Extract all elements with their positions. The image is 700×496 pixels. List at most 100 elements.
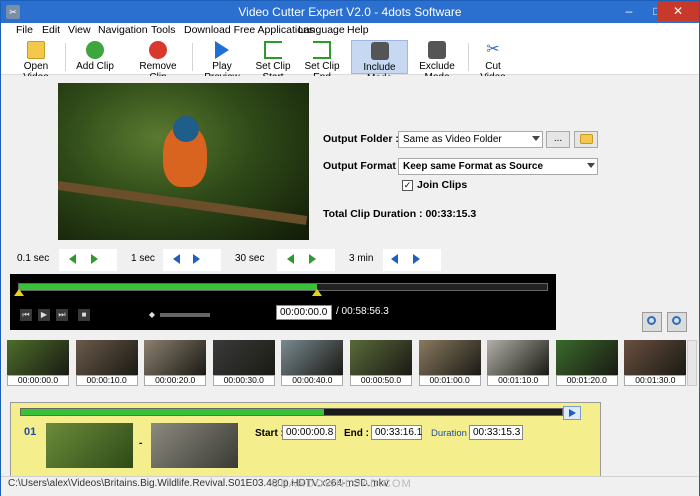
- clip-play-button[interactable]: [563, 406, 581, 420]
- thumbnail-image: [281, 340, 344, 375]
- current-time-field[interactable]: 00:00:00.0: [276, 305, 332, 320]
- chevron-down-icon: [532, 136, 540, 141]
- open-video-button[interactable]: Open Video: [11, 40, 61, 83]
- step-forward-icon[interactable]: [193, 254, 200, 264]
- step-label-3-min: 3 min: [349, 253, 374, 264]
- thumbnail-image: [212, 340, 275, 375]
- step-label-30-sec: 30 sec: [235, 253, 265, 264]
- thumbnail-item[interactable]: 00:00:50.0: [350, 340, 412, 386]
- thumbnail-image: [350, 340, 412, 375]
- close-button[interactable]: ✕: [657, 1, 699, 21]
- app-window: ✂ Video Cutter Expert V2.0 - 4dots Softw…: [0, 0, 700, 496]
- menu-file[interactable]: File: [16, 24, 33, 36]
- menu-language[interactable]: Language: [298, 24, 345, 36]
- step-forward-icon[interactable]: [309, 254, 316, 264]
- play-icon: [215, 41, 229, 59]
- thumbnail-time: 00:01:00.0: [418, 375, 481, 386]
- add-clip-label: Add Clip: [76, 61, 114, 72]
- step-forward-icon[interactable]: [91, 254, 98, 264]
- zoom-in-icon: [672, 316, 681, 325]
- thumbnail-time: 00:00:10.0: [75, 375, 138, 386]
- stop-icon[interactable]: ■: [78, 309, 90, 321]
- output-format-value: Keep same Format as Source: [403, 161, 544, 172]
- thumbnail-item[interactable]: 00:00:40.0: [281, 340, 344, 386]
- go-to-end-icon[interactable]: ⏭: [56, 309, 68, 321]
- chevron-down-icon: [587, 163, 595, 168]
- clip-start-field[interactable]: 00:00:00.8: [282, 425, 336, 440]
- clip-list: 01 - Start : 00:00:00.8 End : 00:33:16.1…: [10, 402, 601, 482]
- open-folder-button[interactable]: [574, 131, 598, 148]
- play-icon[interactable]: ▶: [38, 309, 50, 321]
- exclude-mode-button[interactable]: Exclude Mode: [410, 40, 464, 83]
- clip-duration-field[interactable]: 00:33:15.3: [469, 425, 523, 440]
- menu-download-free-applications[interactable]: Download Free Applications: [184, 24, 314, 36]
- video-bird-head: [173, 116, 199, 142]
- clip-end-marker[interactable]: [312, 289, 323, 296]
- zoom-out-icon: [647, 316, 656, 325]
- menu-edit[interactable]: Edit: [42, 24, 60, 36]
- clip-start-thumbnail[interactable]: [46, 423, 133, 468]
- step-back-icon[interactable]: [287, 254, 294, 264]
- total-clip-duration: Total Clip Duration : 00:33:15.3: [323, 208, 477, 220]
- set-clip-end-button[interactable]: Set Clip End: [299, 40, 345, 83]
- thumbnail-time: 00:00:30.0: [212, 375, 275, 386]
- thumbnail-image: [555, 340, 618, 375]
- thumbnail-item[interactable]: 00:01:10.0: [487, 340, 550, 386]
- set-clip-start-button[interactable]: Set Clip Start: [248, 40, 298, 83]
- output-folder-select[interactable]: Same as Video Folder: [398, 131, 543, 148]
- cut-video-button[interactable]: ✂ Cut Video: [473, 40, 513, 83]
- menu-view[interactable]: View: [68, 24, 91, 36]
- thumbnail-item[interactable]: 00:01:30.0: [624, 340, 687, 386]
- step-back-icon[interactable]: [391, 254, 398, 264]
- go-to-start-icon[interactable]: ⏮: [20, 309, 32, 321]
- step-buttons-1-sec: [163, 249, 221, 271]
- zoom-in-button[interactable]: [667, 312, 687, 332]
- toolbar-separator: [468, 43, 469, 71]
- thumbnail-image: [75, 340, 138, 375]
- thumbnail-item[interactable]: 00:00:30.0: [212, 340, 275, 386]
- minimize-button[interactable]: –: [615, 1, 643, 21]
- thumbnail-time: 00:01:30.0: [624, 375, 687, 386]
- step-back-icon[interactable]: [173, 254, 180, 264]
- zoom-out-button[interactable]: [642, 312, 662, 332]
- thumbnail-scrollbar[interactable]: [687, 340, 697, 386]
- video-preview[interactable]: [58, 83, 309, 240]
- clip-end-field[interactable]: 00:33:16.1: [371, 425, 422, 440]
- toolbar-separator: [65, 43, 66, 71]
- join-clips-checkbox[interactable]: ✓: [402, 180, 413, 191]
- play-icon: [569, 409, 576, 417]
- step-controls: 0.1 sec 1 sec 30 sec 3 min: [1, 248, 699, 272]
- thumbnail-item[interactable]: 00:00:00.0: [7, 340, 69, 386]
- window-title: Video Cutter Expert V2.0 - 4dots Softwar…: [238, 5, 462, 19]
- menu-tools[interactable]: Tools: [151, 24, 176, 36]
- menu-help[interactable]: Help: [347, 24, 369, 36]
- thumbnail-item[interactable]: 00:00:10.0: [75, 340, 138, 386]
- duration-label: Duration :: [431, 428, 473, 439]
- output-format-select[interactable]: Keep same Format as Source: [398, 158, 598, 175]
- clip-start-marker[interactable]: [14, 289, 24, 296]
- thumbnail-item[interactable]: 00:01:20.0: [555, 340, 618, 386]
- browse-button[interactable]: ...: [546, 131, 570, 148]
- thumbnail-item[interactable]: 00:00:20.0: [144, 340, 207, 386]
- thumbnail-item[interactable]: 00:01:00.0: [418, 340, 481, 386]
- step-forward-icon[interactable]: [413, 254, 420, 264]
- volume-slider[interactable]: [160, 313, 210, 317]
- thumbnail-time: 00:00:40.0: [281, 375, 344, 386]
- add-clip-button[interactable]: Add Clip: [73, 40, 117, 74]
- thumbnail-time: 00:00:50.0: [350, 375, 412, 386]
- scissors-icon: ✂: [486, 41, 500, 58]
- timeline-track[interactable]: [18, 283, 548, 291]
- clip-track[interactable]: [20, 408, 563, 416]
- menu-navigation[interactable]: Navigation: [98, 24, 148, 36]
- step-back-icon[interactable]: [69, 254, 76, 264]
- thumbnail-time: 00:00:00.0: [7, 375, 69, 386]
- include-mode-button[interactable]: Include Mode: [351, 40, 408, 84]
- play-preview-button[interactable]: Play Preview: [198, 40, 246, 83]
- menu-bar: File Edit View Navigation Tools Download…: [1, 23, 699, 39]
- main-area: Output Folder : Same as Video Folder ...…: [1, 76, 699, 496]
- output-format-label: Output Format :: [323, 160, 403, 172]
- clip-end-thumbnail[interactable]: [151, 423, 238, 468]
- thumbnail-image: [418, 340, 481, 375]
- remove-clip-button[interactable]: Remove Clip: [131, 40, 185, 83]
- thumbnail-time: 00:01:20.0: [555, 375, 618, 386]
